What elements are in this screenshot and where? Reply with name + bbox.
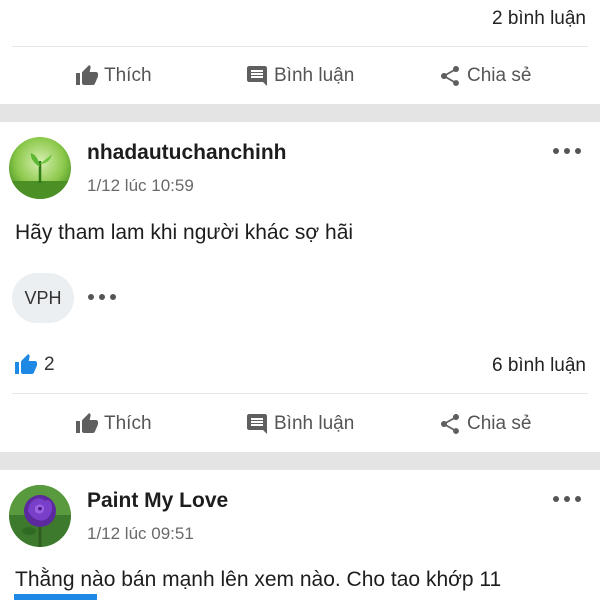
more-horizontal-icon[interactable] <box>553 494 581 504</box>
comment-count[interactable]: 6 bình luận <box>492 355 586 377</box>
cut-off-bar <box>14 594 97 600</box>
more-horizontal-icon[interactable] <box>88 292 116 302</box>
share-icon <box>441 66 459 86</box>
post-separator <box>0 104 600 122</box>
speech-bubble-icon <box>247 414 267 434</box>
like-label: Thích <box>104 65 152 86</box>
comment-label: Bình luận <box>274 413 355 434</box>
post-content: Thằng nào bán mạnh lên xem nào. Cho tao … <box>15 568 502 591</box>
post-time[interactable]: 1/12 lúc 10:59 <box>87 176 194 196</box>
more-horizontal-icon[interactable] <box>553 146 581 156</box>
thumbs-up-icon <box>76 413 98 433</box>
author-name[interactable]: Paint My Love <box>87 489 228 513</box>
share-button[interactable]: Chia sẻ <box>438 396 531 452</box>
avatar[interactable] <box>9 137 71 199</box>
speech-bubble-icon <box>247 66 267 86</box>
comment-button[interactable]: Bình luận <box>245 48 354 104</box>
comment-label: Bình luận <box>274 65 355 86</box>
reactor-chip[interactable]: VPH <box>12 273 74 323</box>
like-label: Thích <box>104 413 152 434</box>
like-summary[interactable]: 2 <box>14 353 55 377</box>
post-time[interactable]: 1/12 lúc 09:51 <box>87 524 194 544</box>
action-bar: Thích Bình luận Chia sẻ <box>0 48 600 104</box>
divider <box>12 393 588 394</box>
like-button[interactable]: Thích <box>75 396 152 452</box>
share-button[interactable]: Chia sẻ <box>438 48 531 104</box>
action-bar: Thích Bình luận Chia sẻ <box>0 396 600 452</box>
thumbs-up-icon <box>76 65 98 85</box>
author-name[interactable]: nhadautuchanchinh <box>87 141 287 165</box>
post-content: Hãy tham lam khi người khác sợ hãi <box>15 221 354 244</box>
avatar[interactable] <box>9 485 71 547</box>
post-separator <box>0 452 600 470</box>
share-label: Chia sẻ <box>467 65 532 86</box>
share-icon <box>441 414 459 434</box>
like-button[interactable]: Thích <box>75 48 152 104</box>
thumbs-up-icon <box>15 354 37 374</box>
like-count: 2 <box>44 354 55 375</box>
comment-button[interactable]: Bình luận <box>245 396 354 452</box>
comment-count[interactable]: 2 bình luận <box>492 8 586 30</box>
share-label: Chia sẻ <box>467 413 532 434</box>
divider <box>12 46 588 47</box>
reactor-initials: VPH <box>24 287 62 308</box>
